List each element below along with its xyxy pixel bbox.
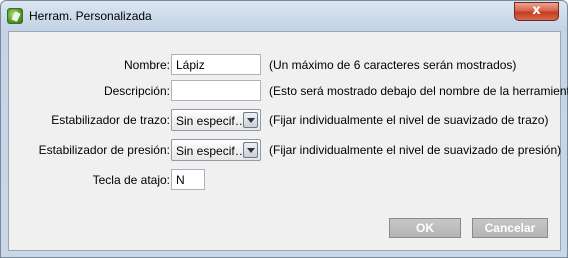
name-row: Nombre: Lápiz (Un máximo de 6 caracteres… [9, 54, 562, 76]
title-bar[interactable]: Herram. Personalizada x [1, 1, 567, 31]
shortcut-row: Tecla de atajo: N [9, 169, 562, 191]
pressure-stabilizer-hint: (Fijar individualmente el nivel de suavi… [269, 143, 562, 157]
description-label: Descripción: [103, 84, 170, 98]
dialog-window: Herram. Personalizada x Nombre: Lápiz (U… [0, 0, 568, 258]
description-hint: (Esto será mostrado debajo del nombre de… [269, 84, 568, 98]
stroke-stabilizer-hint: (Fijar individualmente el nivel de suavi… [269, 113, 549, 127]
chevron-down-icon[interactable] [243, 142, 258, 158]
pressure-stabilizer-row: Estabilizador de presión: Sin especif… (… [9, 139, 562, 161]
stroke-stabilizer-select[interactable]: Sin especif… [171, 109, 261, 131]
chevron-down-icon[interactable] [243, 112, 258, 128]
shortcut-input[interactable]: N [171, 169, 205, 190]
description-row: Descripción: (Esto será mostrado debajo … [9, 80, 568, 102]
pressure-stabilizer-label: Estabilizador de presión: [38, 143, 170, 157]
close-button[interactable]: x [514, 2, 559, 21]
shortcut-label: Tecla de atajo: [92, 173, 170, 187]
name-hint: (Un máximo de 6 caracteres serán mostrad… [269, 58, 517, 72]
stroke-stabilizer-row: Estabilizador de trazo: Sin especif… (Fi… [9, 109, 562, 131]
cancel-button[interactable]: Cancelar [472, 218, 548, 238]
ok-button[interactable]: OK [389, 218, 461, 238]
pressure-stabilizer-select[interactable]: Sin especif… [171, 139, 261, 161]
pressure-stabilizer-value: Sin especif… [176, 144, 244, 158]
name-input[interactable]: Lápiz [171, 54, 261, 75]
app-logo-icon [7, 8, 23, 24]
description-input[interactable] [171, 80, 261, 101]
window-title: Herram. Personalizada [29, 9, 152, 23]
name-label: Nombre: [123, 58, 170, 72]
stroke-stabilizer-value: Sin especif… [176, 114, 244, 128]
dialog-body: Nombre: Lápiz (Un máximo de 6 caracteres… [8, 31, 568, 251]
stroke-stabilizer-label: Estabilizador de trazo: [51, 113, 170, 127]
